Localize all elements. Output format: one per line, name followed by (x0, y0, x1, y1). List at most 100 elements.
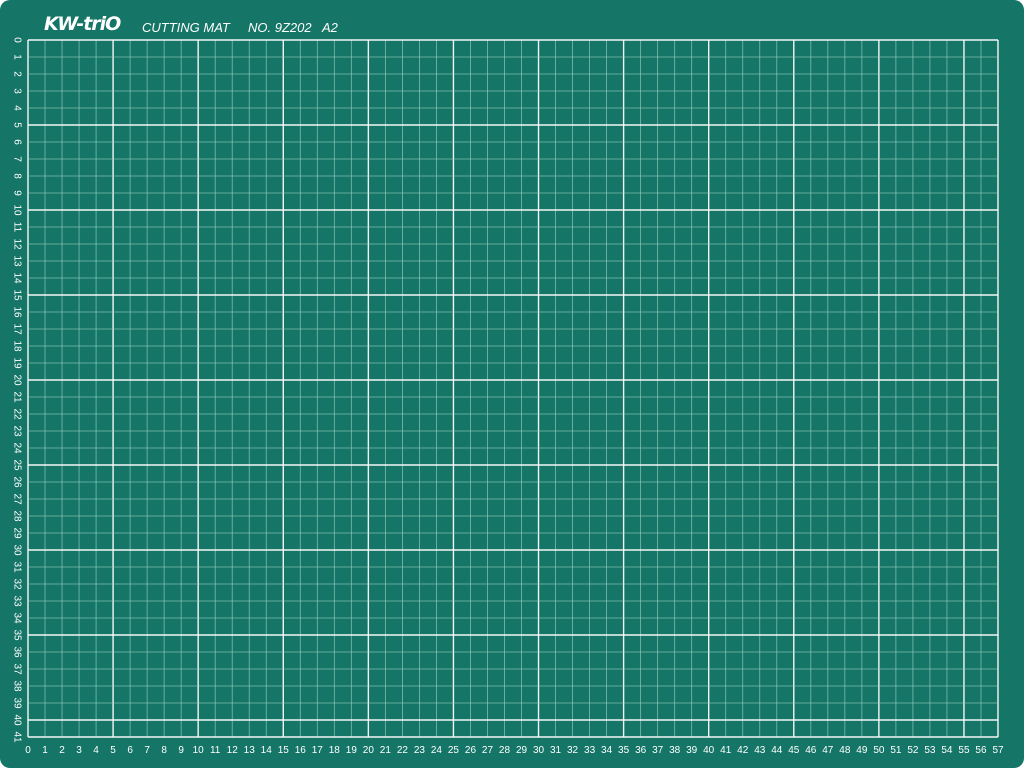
ruler-label-x: 31 (550, 745, 562, 756)
ruler-label-y: 27 (11, 493, 22, 505)
ruler-label-x: 24 (431, 745, 443, 756)
ruler-label-y: 23 (11, 425, 22, 437)
ruler-label-x: 43 (754, 745, 766, 756)
ruler-label-y: 30 (11, 544, 22, 556)
cutting-mat: KW-triO CUTTING MAT NO. 9Z202 A2 0123456… (0, 0, 1024, 768)
ruler-label-y: 41 (11, 731, 22, 743)
ruler-label-x: 33 (584, 745, 596, 756)
ruler-label-x: 22 (397, 745, 409, 756)
ruler-label-x: 44 (771, 745, 783, 756)
ruler-label-x: 36 (635, 745, 647, 756)
ruler-label-x: 52 (907, 745, 919, 756)
ruler-label-x: 51 (890, 745, 902, 756)
ruler-label-y: 10 (11, 204, 22, 216)
ruler-label-x: 23 (414, 745, 426, 756)
ruler-label-y: 11 (11, 222, 22, 233)
ruler-label-y: 40 (11, 714, 22, 726)
ruler-label-x: 55 (958, 745, 970, 756)
ruler-label-y: 4 (11, 105, 22, 111)
ruler-label-x: 17 (312, 745, 324, 756)
ruler-label-y: 24 (11, 442, 22, 454)
ruler-label-y: 26 (11, 476, 22, 488)
ruler-label-y: 34 (11, 612, 22, 624)
ruler-label-x: 8 (161, 745, 167, 756)
measurement-grid: 0 1 2 3 4 5 6 7 8 9 10 11 12 13 14 15 16 17 18 19 20 21 22 23 24… (11, 37, 1004, 756)
ruler-label-x: 16 (295, 745, 307, 756)
ruler-label-x: 42 (737, 745, 749, 756)
ruler-label-y: 6 (11, 139, 22, 145)
ruler-label-x: 14 (261, 745, 273, 756)
ruler-label-x: 3 (76, 745, 82, 756)
ruler-label-y: 13 (11, 255, 22, 267)
ruler-label-x: 37 (652, 745, 664, 756)
ruler-label-y: 7 (11, 156, 22, 162)
ruler-label-x: 57 (992, 745, 1004, 756)
ruler-label-x: 11 (210, 745, 221, 756)
ruler-label-x: 39 (686, 745, 698, 756)
ruler-label-y: 25 (11, 459, 22, 471)
ruler-label-y: 2 (11, 71, 22, 77)
ruler-label-x: 46 (805, 745, 817, 756)
ruler-label-x: 32 (567, 745, 579, 756)
ruler-label-y: 15 (11, 289, 22, 301)
ruler-label-x: 48 (839, 745, 851, 756)
ruler-label-y: 33 (11, 595, 22, 607)
ruler-label-y: 32 (11, 578, 22, 590)
ruler-label-x: 0 (25, 745, 31, 756)
ruler-label-x: 4 (93, 745, 99, 756)
ruler-label-y: 12 (11, 238, 22, 250)
ruler-label-x: 13 (244, 745, 256, 756)
ruler-label-x: 2 (59, 745, 65, 756)
ruler-label-x: 38 (669, 745, 681, 756)
ruler-label-y: 31 (11, 561, 22, 573)
ruler-label-x: 12 (227, 745, 239, 756)
ruler-label-x: 30 (533, 745, 545, 756)
ruler-label-y: 22 (11, 408, 22, 420)
ruler-label-y: 35 (11, 629, 22, 641)
ruler-label-y: 16 (11, 306, 22, 318)
ruler-label-x: 10 (193, 745, 205, 756)
ruler-label-x: 53 (924, 745, 936, 756)
ruler-label-x: 26 (465, 745, 477, 756)
ruler-label-y: 14 (11, 272, 22, 284)
ruler-label-y: 36 (11, 646, 22, 658)
ruler-label-x: 1 (42, 745, 48, 756)
ruler-label-x: 45 (788, 745, 800, 756)
ruler-label-y: 3 (11, 88, 22, 94)
ruler-label-y: 18 (11, 340, 22, 352)
ruler-label-x: 25 (448, 745, 460, 756)
ruler-label-x: 34 (601, 745, 613, 756)
ruler-label-x: 56 (975, 745, 987, 756)
ruler-label-x: 19 (346, 745, 358, 756)
ruler-label-x: 54 (941, 745, 953, 756)
ruler-label-x: 5 (110, 745, 116, 756)
ruler-label-x: 40 (703, 745, 715, 756)
ruler-label-x: 18 (329, 745, 341, 756)
ruler-label-x: 15 (278, 745, 290, 756)
ruler-label-x: 6 (127, 745, 133, 756)
ruler-label-y: 19 (11, 357, 22, 369)
ruler-label-x: 47 (822, 745, 834, 756)
ruler-label-y: 28 (11, 510, 22, 522)
ruler-label-y: 29 (11, 527, 22, 539)
ruler-label-x: 9 (178, 745, 184, 756)
ruler-label-x: 29 (516, 745, 528, 756)
ruler-label-y: 38 (11, 680, 22, 692)
ruler-label-x: 20 (363, 745, 375, 756)
ruler-label-y: 39 (11, 697, 22, 709)
ruler-label-y: 37 (11, 663, 22, 675)
ruler-label-x: 7 (144, 745, 150, 756)
ruler-label-x: 21 (380, 745, 392, 756)
ruler-label-y: 21 (11, 391, 22, 403)
ruler-label-y: 9 (11, 190, 22, 196)
ruler-label-y: 0 (11, 37, 22, 43)
ruler-label-x: 41 (720, 745, 732, 756)
ruler-label-y: 17 (11, 323, 22, 335)
ruler-label-x: 49 (856, 745, 868, 756)
ruler-label-x: 35 (618, 745, 630, 756)
ruler-label-x: 50 (873, 745, 885, 756)
ruler-label-x: 27 (482, 745, 494, 756)
ruler-label-y: 1 (11, 54, 22, 60)
ruler-label-y: 5 (11, 122, 22, 128)
ruler-label-y: 8 (11, 173, 22, 179)
